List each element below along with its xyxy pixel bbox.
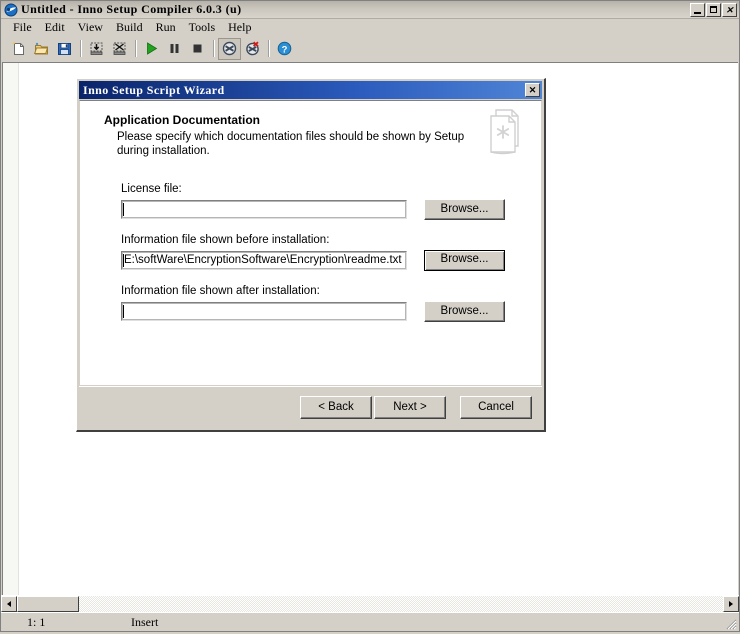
close-icon: ✕ — [725, 4, 734, 15]
svg-text:?: ? — [282, 44, 288, 55]
dialog-header: Application Documentation Please specify… — [80, 101, 541, 158]
window-title-bar[interactable]: Untitled - Inno Setup Compiler 6.0.3 (u)… — [1, 1, 739, 19]
documentation-pages-icon — [487, 108, 523, 156]
help-icon[interactable]: ? — [273, 38, 296, 60]
maximize-button[interactable] — [706, 2, 721, 17]
run-icon[interactable] — [140, 38, 163, 60]
dialog-header-title: Application Documentation — [104, 113, 260, 127]
compile-and-run-icon[interactable] — [108, 38, 131, 60]
scrollbar-track[interactable] — [17, 596, 723, 612]
dialog-fields: License file: Browse... Information file… — [80, 183, 541, 336]
status-insert-mode: Insert — [131, 614, 159, 629]
scrollbar-thumb[interactable] — [17, 596, 79, 612]
menu-item-tools[interactable]: Tools — [183, 19, 223, 36]
menu-item-file[interactable]: File — [7, 19, 39, 36]
scroll-right-arrow[interactable] — [723, 596, 739, 612]
close-icon: ✕ — [528, 85, 537, 95]
inno-setup-icon — [4, 3, 18, 17]
dialog-title-bar[interactable]: Inno Setup Script Wizard ✕ — [79, 81, 542, 99]
dialog-footer: < Back Next > Cancel — [79, 386, 542, 428]
menu-item-view[interactable]: View — [72, 19, 110, 36]
dialog-header-description: Please specify which documentation files… — [117, 131, 465, 157]
stop-icon[interactable] — [186, 38, 209, 60]
terminate-icon[interactable] — [218, 37, 241, 60]
license-file-row: Browse... — [121, 199, 541, 220]
editor-gutter — [3, 63, 19, 595]
toolbar-separator — [135, 40, 136, 57]
menu-item-help[interactable]: Help — [222, 19, 258, 36]
license-file-input[interactable] — [121, 200, 407, 219]
window-title-text: Untitled - Inno Setup Compiler 6.0.3 (u) — [21, 2, 242, 16]
compile-icon[interactable] — [85, 38, 108, 60]
back-button[interactable]: < Back — [300, 396, 372, 419]
license-file-label: License file: — [121, 183, 182, 195]
toolbar-separator — [268, 40, 269, 57]
scroll-left-arrow[interactable] — [1, 596, 17, 612]
status-bar: 1: 1 Insert — [1, 612, 739, 631]
dialog-body: Application Documentation Please specify… — [79, 100, 542, 386]
status-cursor-position: 1: 1 — [27, 614, 46, 629]
license-file-browse-button[interactable]: Browse... — [424, 199, 505, 220]
toolbar: ? — [1, 36, 739, 62]
save-file-icon[interactable] — [53, 38, 76, 60]
open-file-icon[interactable] — [30, 38, 53, 60]
info-before-file-row: E:\softWare\EncryptionSoftware\Encryptio… — [121, 250, 541, 271]
info-after-file-browse-button[interactable]: Browse... — [424, 301, 505, 322]
dialog-title-text: Inno Setup Script Wizard — [83, 82, 225, 97]
info-after-file-label: Information file shown after installatio… — [121, 285, 320, 297]
next-button[interactable]: Next > — [374, 396, 446, 419]
new-file-icon[interactable] — [7, 38, 30, 60]
toolbar-separator — [80, 40, 81, 57]
inno-setup-script-wizard-dialog: Inno Setup Script Wizard ✕ Application D… — [76, 78, 546, 432]
info-before-file-input[interactable]: E:\softWare\EncryptionSoftware\Encryptio… — [121, 251, 407, 270]
terminate-cancel-icon[interactable] — [241, 38, 264, 60]
info-before-file-browse-button[interactable]: Browse... — [424, 250, 505, 271]
resize-grip-icon[interactable] — [725, 618, 737, 630]
info-after-file-input[interactable] — [121, 302, 407, 321]
window-controls: ✕ — [690, 2, 737, 17]
info-before-file-label: Information file shown before installati… — [121, 234, 330, 246]
menu-bar: File Edit View Build Run Tools Help — [1, 19, 739, 36]
menu-item-build[interactable]: Build — [110, 19, 150, 36]
toolbar-separator — [213, 40, 214, 57]
menu-item-run[interactable]: Run — [150, 19, 183, 36]
minimize-button[interactable] — [690, 2, 705, 17]
dialog-close-button[interactable]: ✕ — [525, 83, 540, 97]
menu-item-edit[interactable]: Edit — [39, 19, 72, 36]
info-after-file-row: Browse... — [121, 301, 541, 322]
pause-icon[interactable] — [163, 38, 186, 60]
close-button[interactable]: ✕ — [722, 2, 737, 17]
cancel-button[interactable]: Cancel — [460, 396, 532, 419]
horizontal-scrollbar[interactable] — [1, 595, 739, 612]
